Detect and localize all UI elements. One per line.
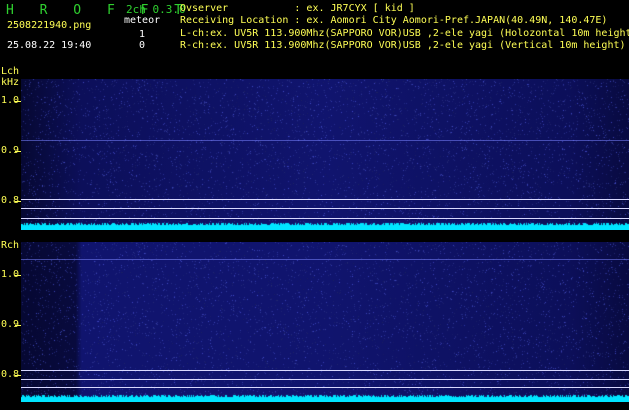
khz-unit-label: kHz: [1, 77, 20, 88]
rch-meteor-count: 0: [139, 40, 146, 51]
rch-carrier-line: [21, 259, 629, 260]
observer-info: Ovserver : ex. JR7CYX [ kid ]: [180, 3, 415, 14]
rch-spectrogram: [21, 242, 629, 402]
version-label: 2ch 0.3.0: [126, 3, 186, 16]
lch-marker-line: [21, 199, 629, 200]
filename-label: 2508221940.png: [7, 20, 92, 31]
rch-label: Rch: [1, 240, 20, 251]
rch-receiver-info: R-ch:ex. UV5R 113.900Mhz(SAPPORO VOR)USB…: [180, 40, 626, 51]
meteor-count-label: meteor: [124, 15, 161, 26]
lch-marker-line: [21, 218, 629, 219]
rch-marker-line: [21, 379, 629, 380]
lch-marker-line: [21, 208, 629, 209]
rch-marker-line: [21, 387, 629, 388]
lch-meteor-count: 1: [139, 29, 146, 40]
lch-spectrogram: [21, 79, 629, 230]
rch-marker-line: [21, 370, 629, 371]
lch-carrier-line: [21, 140, 629, 141]
datetime-label: 25.08.22 19:40: [7, 40, 92, 51]
lch-label: Lch: [1, 66, 20, 77]
location-info: Receiving Location : ex. Aomori City Aom…: [180, 15, 608, 26]
rch-noise-canvas: [21, 242, 629, 402]
lch-receiver-info: L-ch:ex. UV5R 113.900Mhz(SAPPORO VOR)USB…: [180, 28, 629, 39]
